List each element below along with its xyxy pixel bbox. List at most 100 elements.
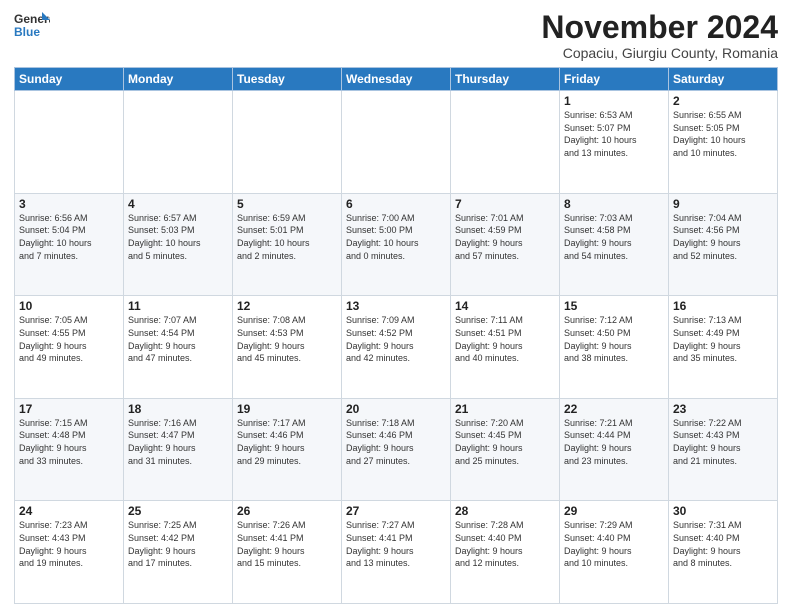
cell-w3-d1: 11Sunrise: 7:07 AM Sunset: 4:54 PM Dayli… <box>124 296 233 399</box>
day-info: Sunrise: 7:01 AM Sunset: 4:59 PM Dayligh… <box>455 212 555 262</box>
title-block: November 2024 Copaciu, Giurgiu County, R… <box>541 10 778 61</box>
cell-w4-d6: 23Sunrise: 7:22 AM Sunset: 4:43 PM Dayli… <box>669 398 778 501</box>
day-info: Sunrise: 7:00 AM Sunset: 5:00 PM Dayligh… <box>346 212 446 262</box>
weekday-header-row: Sunday Monday Tuesday Wednesday Thursday… <box>15 68 778 91</box>
header-wednesday: Wednesday <box>342 68 451 91</box>
day-info: Sunrise: 7:28 AM Sunset: 4:40 PM Dayligh… <box>455 519 555 569</box>
week-row-2: 3Sunrise: 6:56 AM Sunset: 5:04 PM Daylig… <box>15 193 778 296</box>
day-number: 29 <box>564 504 664 518</box>
cell-w5-d3: 27Sunrise: 7:27 AM Sunset: 4:41 PM Dayli… <box>342 501 451 604</box>
cell-w5-d6: 30Sunrise: 7:31 AM Sunset: 4:40 PM Dayli… <box>669 501 778 604</box>
day-number: 15 <box>564 299 664 313</box>
header-monday: Monday <box>124 68 233 91</box>
cell-w2-d1: 4Sunrise: 6:57 AM Sunset: 5:03 PM Daylig… <box>124 193 233 296</box>
calendar-subtitle: Copaciu, Giurgiu County, Romania <box>541 45 778 61</box>
week-row-1: 1Sunrise: 6:53 AM Sunset: 5:07 PM Daylig… <box>15 91 778 194</box>
day-info: Sunrise: 7:20 AM Sunset: 4:45 PM Dayligh… <box>455 417 555 467</box>
day-info: Sunrise: 7:05 AM Sunset: 4:55 PM Dayligh… <box>19 314 119 364</box>
cell-w5-d1: 25Sunrise: 7:25 AM Sunset: 4:42 PM Dayli… <box>124 501 233 604</box>
cell-w1-d3 <box>342 91 451 194</box>
day-info: Sunrise: 7:12 AM Sunset: 4:50 PM Dayligh… <box>564 314 664 364</box>
day-number: 10 <box>19 299 119 313</box>
day-info: Sunrise: 7:09 AM Sunset: 4:52 PM Dayligh… <box>346 314 446 364</box>
cell-w2-d4: 7Sunrise: 7:01 AM Sunset: 4:59 PM Daylig… <box>451 193 560 296</box>
day-number: 27 <box>346 504 446 518</box>
day-info: Sunrise: 7:22 AM Sunset: 4:43 PM Dayligh… <box>673 417 773 467</box>
header-sunday: Sunday <box>15 68 124 91</box>
day-info: Sunrise: 7:16 AM Sunset: 4:47 PM Dayligh… <box>128 417 228 467</box>
cell-w3-d5: 15Sunrise: 7:12 AM Sunset: 4:50 PM Dayli… <box>560 296 669 399</box>
day-number: 8 <box>564 197 664 211</box>
header-friday: Friday <box>560 68 669 91</box>
day-number: 13 <box>346 299 446 313</box>
cell-w4-d3: 20Sunrise: 7:18 AM Sunset: 4:46 PM Dayli… <box>342 398 451 501</box>
cell-w3-d0: 10Sunrise: 7:05 AM Sunset: 4:55 PM Dayli… <box>15 296 124 399</box>
day-info: Sunrise: 7:13 AM Sunset: 4:49 PM Dayligh… <box>673 314 773 364</box>
cell-w1-d4 <box>451 91 560 194</box>
day-info: Sunrise: 7:11 AM Sunset: 4:51 PM Dayligh… <box>455 314 555 364</box>
week-row-5: 24Sunrise: 7:23 AM Sunset: 4:43 PM Dayli… <box>15 501 778 604</box>
day-number: 25 <box>128 504 228 518</box>
header-saturday: Saturday <box>669 68 778 91</box>
day-info: Sunrise: 7:21 AM Sunset: 4:44 PM Dayligh… <box>564 417 664 467</box>
cell-w2-d0: 3Sunrise: 6:56 AM Sunset: 5:04 PM Daylig… <box>15 193 124 296</box>
cell-w1-d2 <box>233 91 342 194</box>
day-number: 26 <box>237 504 337 518</box>
cell-w5-d5: 29Sunrise: 7:29 AM Sunset: 4:40 PM Dayli… <box>560 501 669 604</box>
day-number: 28 <box>455 504 555 518</box>
day-number: 20 <box>346 402 446 416</box>
day-info: Sunrise: 7:18 AM Sunset: 4:46 PM Dayligh… <box>346 417 446 467</box>
calendar-body: 1Sunrise: 6:53 AM Sunset: 5:07 PM Daylig… <box>15 91 778 604</box>
day-number: 7 <box>455 197 555 211</box>
day-info: Sunrise: 6:59 AM Sunset: 5:01 PM Dayligh… <box>237 212 337 262</box>
cell-w3-d3: 13Sunrise: 7:09 AM Sunset: 4:52 PM Dayli… <box>342 296 451 399</box>
day-number: 24 <box>19 504 119 518</box>
day-info: Sunrise: 7:29 AM Sunset: 4:40 PM Dayligh… <box>564 519 664 569</box>
day-info: Sunrise: 7:08 AM Sunset: 4:53 PM Dayligh… <box>237 314 337 364</box>
day-info: Sunrise: 7:15 AM Sunset: 4:48 PM Dayligh… <box>19 417 119 467</box>
cell-w4-d2: 19Sunrise: 7:17 AM Sunset: 4:46 PM Dayli… <box>233 398 342 501</box>
day-number: 3 <box>19 197 119 211</box>
day-number: 16 <box>673 299 773 313</box>
day-info: Sunrise: 7:25 AM Sunset: 4:42 PM Dayligh… <box>128 519 228 569</box>
cell-w2-d5: 8Sunrise: 7:03 AM Sunset: 4:58 PM Daylig… <box>560 193 669 296</box>
cell-w3-d6: 16Sunrise: 7:13 AM Sunset: 4:49 PM Dayli… <box>669 296 778 399</box>
day-info: Sunrise: 6:57 AM Sunset: 5:03 PM Dayligh… <box>128 212 228 262</box>
header-tuesday: Tuesday <box>233 68 342 91</box>
day-number: 12 <box>237 299 337 313</box>
cell-w5-d2: 26Sunrise: 7:26 AM Sunset: 4:41 PM Dayli… <box>233 501 342 604</box>
header: General Blue November 2024 Copaciu, Giur… <box>14 10 778 61</box>
cell-w4-d4: 21Sunrise: 7:20 AM Sunset: 4:45 PM Dayli… <box>451 398 560 501</box>
day-info: Sunrise: 7:31 AM Sunset: 4:40 PM Dayligh… <box>673 519 773 569</box>
cell-w2-d3: 6Sunrise: 7:00 AM Sunset: 5:00 PM Daylig… <box>342 193 451 296</box>
day-info: Sunrise: 7:27 AM Sunset: 4:41 PM Dayligh… <box>346 519 446 569</box>
day-number: 4 <box>128 197 228 211</box>
day-number: 1 <box>564 94 664 108</box>
day-number: 14 <box>455 299 555 313</box>
cell-w3-d4: 14Sunrise: 7:11 AM Sunset: 4:51 PM Dayli… <box>451 296 560 399</box>
day-number: 18 <box>128 402 228 416</box>
cell-w1-d5: 1Sunrise: 6:53 AM Sunset: 5:07 PM Daylig… <box>560 91 669 194</box>
page: General Blue November 2024 Copaciu, Giur… <box>0 0 792 612</box>
day-number: 11 <box>128 299 228 313</box>
cell-w4-d5: 22Sunrise: 7:21 AM Sunset: 4:44 PM Dayli… <box>560 398 669 501</box>
cell-w5-d4: 28Sunrise: 7:28 AM Sunset: 4:40 PM Dayli… <box>451 501 560 604</box>
day-info: Sunrise: 7:03 AM Sunset: 4:58 PM Dayligh… <box>564 212 664 262</box>
cell-w1-d0 <box>15 91 124 194</box>
cell-w1-d1 <box>124 91 233 194</box>
logo-icon: General Blue <box>14 10 50 40</box>
day-info: Sunrise: 7:17 AM Sunset: 4:46 PM Dayligh… <box>237 417 337 467</box>
logo: General Blue <box>14 10 50 40</box>
day-number: 30 <box>673 504 773 518</box>
calendar-table: Sunday Monday Tuesday Wednesday Thursday… <box>14 67 778 604</box>
day-number: 5 <box>237 197 337 211</box>
cell-w5-d0: 24Sunrise: 7:23 AM Sunset: 4:43 PM Dayli… <box>15 501 124 604</box>
day-info: Sunrise: 7:23 AM Sunset: 4:43 PM Dayligh… <box>19 519 119 569</box>
cell-w3-d2: 12Sunrise: 7:08 AM Sunset: 4:53 PM Dayli… <box>233 296 342 399</box>
week-row-3: 10Sunrise: 7:05 AM Sunset: 4:55 PM Dayli… <box>15 296 778 399</box>
day-info: Sunrise: 7:04 AM Sunset: 4:56 PM Dayligh… <box>673 212 773 262</box>
header-thursday: Thursday <box>451 68 560 91</box>
cell-w2-d2: 5Sunrise: 6:59 AM Sunset: 5:01 PM Daylig… <box>233 193 342 296</box>
cell-w2-d6: 9Sunrise: 7:04 AM Sunset: 4:56 PM Daylig… <box>669 193 778 296</box>
cell-w4-d1: 18Sunrise: 7:16 AM Sunset: 4:47 PM Dayli… <box>124 398 233 501</box>
